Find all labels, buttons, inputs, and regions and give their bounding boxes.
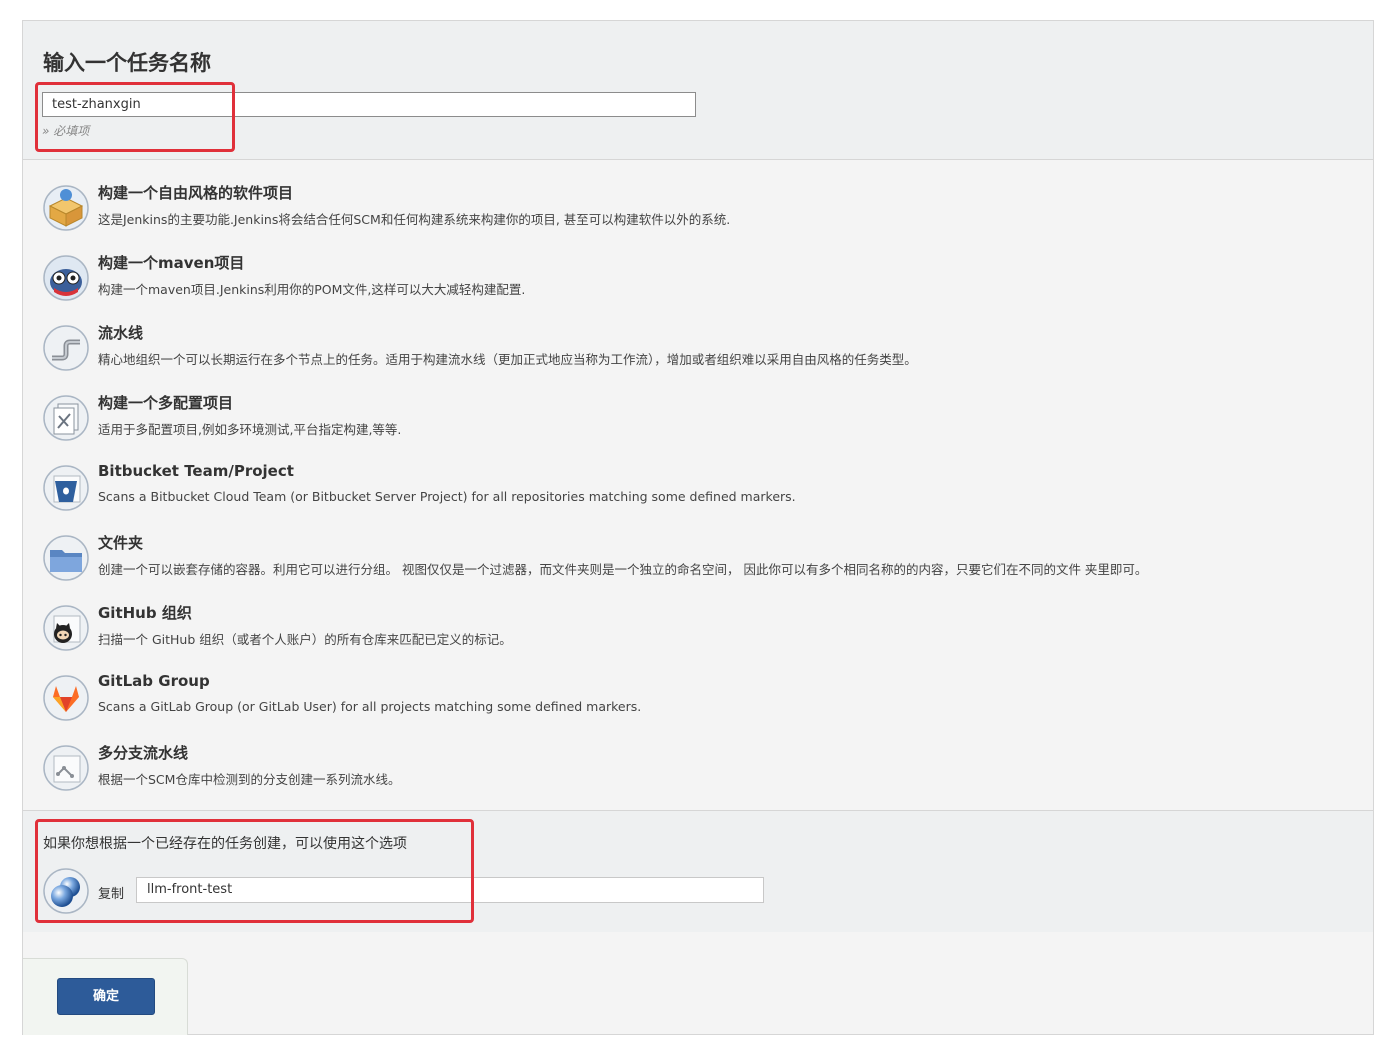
new-item-form: 输入一个任务名称 test-zhanxgin » 必填项 构建一个自由风格的软件… — [22, 20, 1374, 1035]
folder-icon — [43, 535, 89, 581]
type-item-multi-config[interactable]: 构建一个多配置项目 适用于多配置项目,例如多环境测试,平台指定构建,等等. — [23, 392, 1373, 454]
ok-button[interactable]: 确定 — [57, 978, 155, 1015]
copy-highlight-box — [35, 819, 474, 923]
type-item-gitlab-group[interactable]: GitLab Group Scans a GitLab Group (or Gi… — [23, 672, 1373, 734]
copy-from-section: 如果你想根据一个已经存在的任务创建，可以使用这个选项 复制 llm-front-… — [23, 810, 1373, 933]
page-title: 输入一个任务名称 — [43, 51, 211, 75]
type-title: Bitbucket Team/Project — [98, 462, 294, 480]
type-title: 流水线 — [98, 324, 144, 342]
type-desc: 扫描一个 GitHub 组织（或者个人账户）的所有仓库来匹配已定义的标记。 — [98, 632, 512, 647]
type-title: 文件夹 — [98, 534, 144, 552]
github-org-icon — [43, 605, 89, 651]
type-desc: 构建一个maven项目.Jenkins利用你的POM文件,这样可以大大减轻构建配… — [98, 282, 526, 297]
item-type-list: 构建一个自由风格的软件项目 这是Jenkins的主要功能.Jenkins将会结合… — [23, 160, 1373, 810]
multibranch-pipeline-icon — [43, 745, 89, 791]
bitbucket-icon — [43, 465, 89, 511]
type-item-freestyle[interactable]: 构建一个自由风格的软件项目 这是Jenkins的主要功能.Jenkins将会结合… — [23, 182, 1373, 244]
type-item-multibranch-pipeline[interactable]: 多分支流水线 根据一个SCM仓库中检测到的分支创建一系列流水线。 — [23, 742, 1373, 804]
gitlab-icon — [43, 675, 89, 721]
type-desc: 适用于多配置项目,例如多环境测试,平台指定构建,等等. — [98, 422, 402, 437]
type-item-pipeline[interactable]: 流水线 精心地组织一个可以长期运行在多个节点上的任务。适用于构建流水线（更加正式… — [23, 322, 1373, 384]
type-title: GitLab Group — [98, 672, 210, 690]
multi-config-project-icon — [43, 395, 89, 441]
type-desc: Scans a Bitbucket Cloud Team (or Bitbuck… — [98, 489, 796, 504]
type-desc: 根据一个SCM仓库中检测到的分支创建一系列流水线。 — [98, 772, 401, 787]
type-item-maven[interactable]: 构建一个maven项目 构建一个maven项目.Jenkins利用你的POM文件… — [23, 252, 1373, 314]
footer-area: 确定 — [23, 932, 1373, 1035]
type-title: 构建一个maven项目 — [98, 254, 245, 272]
name-section: 输入一个任务名称 test-zhanxgin » 必填项 — [23, 21, 1373, 160]
type-item-bitbucket[interactable]: Bitbucket Team/Project Scans a Bitbucket… — [23, 462, 1373, 524]
type-desc: 这是Jenkins的主要功能.Jenkins将会结合任何SCM和任何构建系统来构… — [98, 212, 731, 227]
maven-project-icon — [43, 255, 89, 301]
type-item-folder[interactable]: 文件夹 创建一个可以嵌套存储的容器。利用它可以进行分组。 视图仅仅是一个过滤器，… — [23, 532, 1373, 594]
type-desc: 创建一个可以嵌套存储的容器。利用它可以进行分组。 视图仅仅是一个过滤器，而文件夹… — [98, 562, 1148, 577]
bottom-sticker: 确定 — [23, 958, 188, 1035]
name-highlight-box — [35, 82, 235, 152]
pipeline-icon — [43, 325, 89, 371]
type-title: 多分支流水线 — [98, 744, 189, 762]
freestyle-project-icon — [43, 185, 89, 231]
type-title: GitHub 组织 — [98, 604, 192, 622]
type-title: 构建一个多配置项目 — [98, 394, 234, 412]
type-desc: 精心地组织一个可以长期运行在多个节点上的任务。适用于构建流水线（更加正式地应当称… — [98, 352, 917, 367]
type-title: 构建一个自由风格的软件项目 — [98, 184, 294, 202]
type-item-github-org[interactable]: GitHub 组织 扫描一个 GitHub 组织（或者个人账户）的所有仓库来匹配… — [23, 602, 1373, 664]
type-desc: Scans a GitLab Group (or GitLab User) fo… — [98, 699, 642, 714]
